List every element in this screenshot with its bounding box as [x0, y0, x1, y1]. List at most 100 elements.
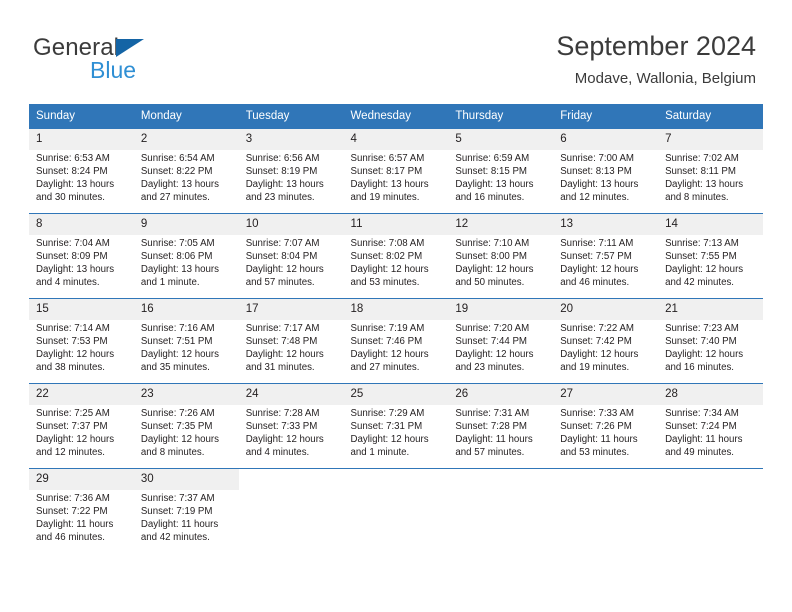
day-cell-inner: 25 Sunrise: 7:29 AM Sunset: 7:31 PM Dayligh… — [343, 384, 449, 468]
sunrise-text: Sunrise: 6:56 AM — [245, 153, 320, 164]
calendar-day-cell[interactable]: 6 Sunrise: 7:00 AM Sunset: 8:13 PM Daylight… — [553, 128, 659, 214]
calendar-day-cell[interactable]: 16 Sunrise: 7:16 AM Sunset: 7:51 PM Dayligh… — [133, 298, 239, 384]
calendar-day-cell[interactable]: 14 Sunrise: 7:13 AM Sunset: 7:55 PM Dayligh… — [658, 213, 763, 299]
calendar-day-cell[interactable]: 4 Sunrise: 6:57 AM Sunset: 8:17 PM Daylight… — [343, 128, 449, 214]
sunset-text: Sunset: 7:51 PM — [140, 335, 213, 347]
calendar-day-cell[interactable]: 30 Sunrise: 7:37 AM Sunset: 7:19 PM Dayligh… — [133, 468, 239, 553]
calendar-day-cell[interactable]: 23 Sunrise: 7:26 AM Sunset: 7:35 PM Dayligh… — [133, 383, 239, 469]
calendar-day-cell[interactable]: 1 Sunrise: 6:53 AM Sunset: 8:24 PM Daylight… — [29, 128, 134, 214]
daylight-text: Daylight: 12 hours and 50 minutes. — [455, 263, 534, 288]
sunset-text: Sunset: 7:22 PM — [36, 505, 108, 517]
day-cell-inner — [448, 469, 553, 553]
day-cell-inner: 11 Sunrise: 7:08 AM Sunset: 8:02 PM Dayligh… — [343, 214, 449, 298]
sunset-text: Sunset: 7:48 PM — [245, 335, 318, 347]
calendar-day-cell[interactable]: 11 Sunrise: 7:08 AM Sunset: 8:02 PM Dayligh… — [343, 213, 449, 299]
sunset-text: Sunset: 7:31 PM — [350, 420, 423, 432]
calendar-day-cell[interactable]: 3 Sunrise: 6:56 AM Sunset: 8:19 PM Daylight… — [238, 128, 344, 214]
calendar-body: 1 Sunrise: 6:53 AM Sunset: 8:24 PM Daylight… — [29, 128, 763, 553]
calendar-day-cell[interactable]: 18 Sunrise: 7:19 AM Sunset: 7:46 PM Dayligh… — [343, 298, 449, 384]
day-number: 24 — [238, 384, 344, 405]
calendar-day-cell[interactable]: 17 Sunrise: 7:17 AM Sunset: 7:48 PM Dayligh… — [238, 298, 344, 384]
calendar-day-cell[interactable]: 9 Sunrise: 7:05 AM Sunset: 8:06 PM Daylight… — [133, 213, 239, 299]
calendar-day-cell — [553, 468, 659, 553]
weekday-header-row: Sunday Monday Tuesday Wednesday Thursday… — [29, 104, 763, 129]
day-info: Sunrise: 7:34 AM Sunset: 7:24 PM Daylight:… — [658, 405, 763, 460]
sunrise-text: Sunrise: 7:20 AM — [455, 323, 530, 334]
day-number — [239, 469, 344, 490]
day-cell-inner: 6 Sunrise: 7:00 AM Sunset: 8:13 PM Daylight… — [553, 129, 659, 213]
daylight-text: Daylight: 11 hours and 49 minutes. — [665, 433, 743, 458]
day-cell-inner: 16 Sunrise: 7:16 AM Sunset: 7:51 PM Dayligh… — [133, 299, 239, 383]
calendar-day-cell — [238, 468, 344, 553]
sunrise-text: Sunrise: 6:53 AM — [36, 153, 110, 164]
sunset-text: Sunset: 8:00 PM — [455, 250, 527, 262]
sunrise-text: Sunrise: 7:29 AM — [350, 408, 425, 419]
day-number — [344, 469, 449, 490]
sunrise-text: Sunrise: 6:54 AM — [140, 153, 215, 164]
daylight-text: Daylight: 12 hours and 8 minutes. — [140, 433, 219, 458]
day-number: 27 — [553, 384, 659, 405]
day-number: 29 — [29, 469, 134, 490]
calendar-day-cell[interactable]: 8 Sunrise: 7:04 AM Sunset: 8:09 PM Daylight… — [29, 213, 134, 299]
calendar-day-cell[interactable]: 10 Sunrise: 7:07 AM Sunset: 8:04 PM Dayligh… — [238, 213, 344, 299]
calendar-day-cell[interactable]: 7 Sunrise: 7:02 AM Sunset: 8:11 PM Daylight… — [658, 128, 763, 214]
sunset-text: Sunset: 8:13 PM — [560, 165, 632, 177]
calendar-day-cell[interactable]: 13 Sunrise: 7:11 AM Sunset: 7:57 PM Dayligh… — [553, 213, 659, 299]
day-number: 15 — [29, 299, 134, 320]
sunset-text: Sunset: 8:17 PM — [350, 165, 423, 177]
daylight-text: Daylight: 12 hours and 57 minutes. — [245, 263, 324, 288]
daylight-text: Daylight: 12 hours and 46 minutes. — [560, 263, 639, 288]
sunset-text: Sunset: 8:15 PM — [455, 165, 527, 177]
day-cell-inner: 12 Sunrise: 7:10 AM Sunset: 8:00 PM Dayligh… — [448, 214, 554, 298]
calendar-day-cell[interactable]: 5 Sunrise: 6:59 AM Sunset: 8:15 PM Daylight… — [448, 128, 554, 214]
calendar-day-cell[interactable]: 22 Sunrise: 7:25 AM Sunset: 7:37 PM Dayligh… — [29, 383, 134, 469]
day-number — [553, 469, 658, 490]
weekday-header-monday: Monday — [133, 104, 239, 129]
sunrise-text: Sunrise: 7:22 AM — [560, 323, 634, 334]
calendar-day-cell[interactable]: 2 Sunrise: 6:54 AM Sunset: 8:22 PM Daylight… — [133, 128, 239, 214]
sunrise-text: Sunrise: 6:59 AM — [455, 153, 530, 164]
day-info: Sunrise: 7:16 AM Sunset: 7:51 PM Daylight:… — [134, 320, 239, 375]
calendar-day-cell[interactable]: 28 Sunrise: 7:34 AM Sunset: 7:24 PM Dayligh… — [658, 383, 763, 469]
calendar-day-cell[interactable]: 26 Sunrise: 7:31 AM Sunset: 7:28 PM Dayligh… — [448, 383, 554, 469]
day-info: Sunrise: 7:10 AM Sunset: 8:00 PM Daylight:… — [448, 235, 553, 290]
calendar-day-cell[interactable]: 20 Sunrise: 7:22 AM Sunset: 7:42 PM Dayligh… — [553, 298, 659, 384]
day-number: 7 — [658, 129, 763, 150]
calendar-day-cell[interactable]: 27 Sunrise: 7:33 AM Sunset: 7:26 PM Dayligh… — [553, 383, 659, 469]
daylight-text: Daylight: 12 hours and 16 minutes. — [665, 348, 744, 373]
day-info: Sunrise: 7:36 AM Sunset: 7:22 PM Daylight:… — [29, 490, 134, 545]
daylight-text: Daylight: 11 hours and 46 minutes. — [36, 518, 114, 543]
calendar-day-cell[interactable]: 21 Sunrise: 7:23 AM Sunset: 7:40 PM Dayligh… — [658, 298, 763, 384]
calendar-day-cell[interactable]: 25 Sunrise: 7:29 AM Sunset: 7:31 PM Dayligh… — [343, 383, 449, 469]
calendar-day-cell[interactable]: 19 Sunrise: 7:20 AM Sunset: 7:44 PM Dayligh… — [448, 298, 554, 384]
calendar-day-cell[interactable]: 12 Sunrise: 7:10 AM Sunset: 8:00 PM Dayligh… — [448, 213, 554, 299]
day-number: 11 — [343, 214, 449, 235]
day-cell-inner: 15 Sunrise: 7:14 AM Sunset: 7:53 PM Dayligh… — [29, 299, 134, 383]
day-cell-inner — [239, 469, 344, 553]
weekday-header-thursday: Thursday — [448, 104, 554, 129]
day-cell-inner: 1 Sunrise: 6:53 AM Sunset: 8:24 PM Daylight… — [29, 129, 134, 213]
day-cell-inner: 3 Sunrise: 6:56 AM Sunset: 8:19 PM Daylight… — [238, 129, 344, 213]
sunset-text: Sunset: 7:46 PM — [350, 335, 423, 347]
sunset-text: Sunset: 7:57 PM — [560, 250, 632, 262]
daylight-text: Daylight: 12 hours and 4 minutes. — [245, 433, 324, 458]
sunset-text: Sunset: 7:40 PM — [665, 335, 737, 347]
day-cell-inner: 13 Sunrise: 7:11 AM Sunset: 7:57 PM Dayligh… — [553, 214, 659, 298]
calendar-day-cell[interactable]: 24 Sunrise: 7:28 AM Sunset: 7:33 PM Dayligh… — [238, 383, 344, 469]
sunrise-text: Sunrise: 7:02 AM — [665, 153, 739, 164]
weekday-header-saturday: Saturday — [658, 104, 763, 129]
calendar-day-cell[interactable]: 15 Sunrise: 7:14 AM Sunset: 7:53 PM Dayligh… — [29, 298, 134, 384]
day-info: Sunrise: 7:31 AM Sunset: 7:28 PM Daylight:… — [448, 405, 553, 460]
sunrise-text: Sunrise: 7:34 AM — [665, 408, 739, 419]
calendar-day-cell[interactable]: 29 Sunrise: 7:36 AM Sunset: 7:22 PM Dayligh… — [29, 468, 134, 553]
sunset-text: Sunset: 7:42 PM — [560, 335, 632, 347]
day-info: Sunrise: 7:28 AM Sunset: 7:33 PM Daylight:… — [239, 405, 344, 460]
day-cell-inner — [553, 469, 658, 553]
day-cell-inner: 28 Sunrise: 7:34 AM Sunset: 7:24 PM Dayligh… — [658, 384, 763, 468]
day-info: Sunrise: 7:22 AM Sunset: 7:42 PM Daylight:… — [553, 320, 658, 375]
daylight-text: Daylight: 12 hours and 31 minutes. — [245, 348, 324, 373]
sunset-text: Sunset: 7:55 PM — [665, 250, 737, 262]
sunrise-text: Sunrise: 7:14 AM — [36, 323, 110, 334]
page-subtitle: Modave, Wallonia, Belgium — [574, 70, 756, 87]
day-info: Sunrise: 6:56 AM Sunset: 8:19 PM Daylight:… — [239, 150, 344, 205]
